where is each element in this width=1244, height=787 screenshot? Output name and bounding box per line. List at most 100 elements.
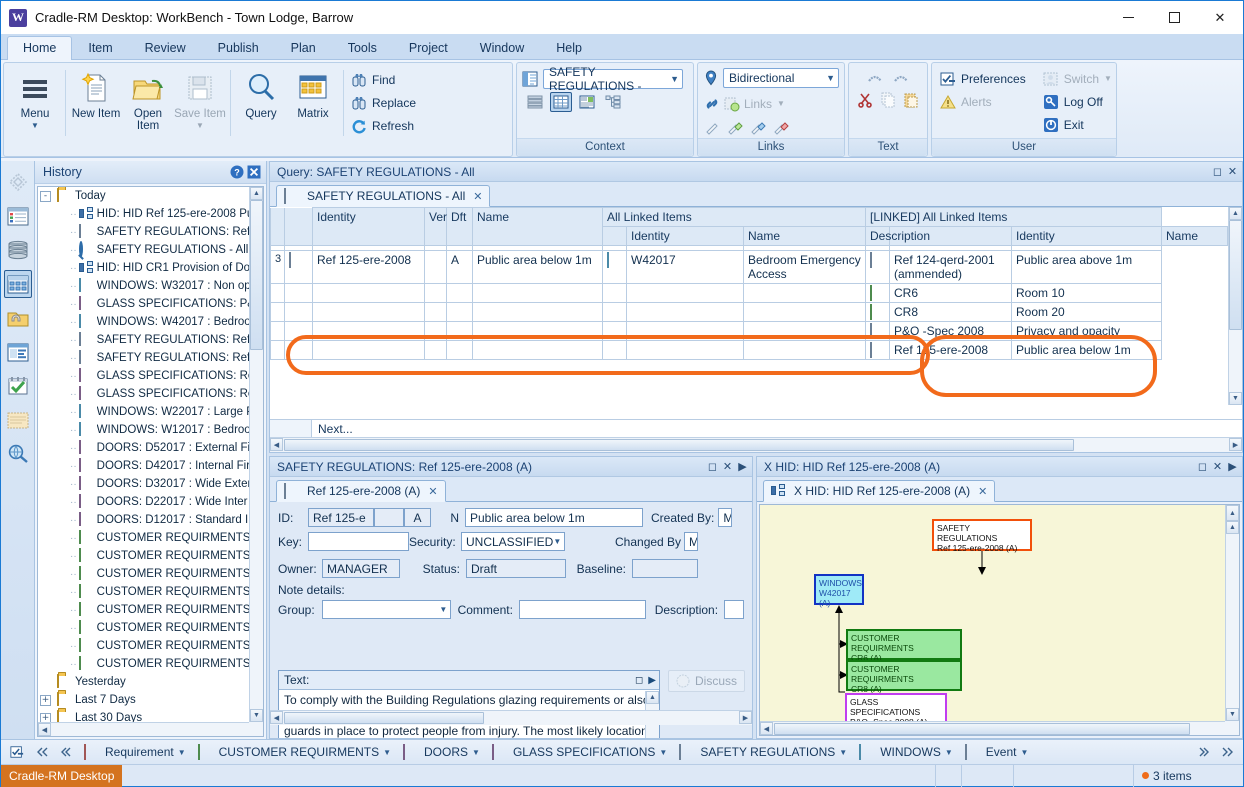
owner-field[interactable]: MANAGER bbox=[322, 559, 400, 578]
quickbar-item[interactable]: SAFETY REGULATIONS ▼ bbox=[674, 743, 852, 762]
quickbar-item[interactable]: Event ▼ bbox=[960, 743, 1034, 762]
linked-name-cell[interactable]: Public area below 1m bbox=[1011, 340, 1162, 360]
diagram-node[interactable]: SAFETY REGULATIONS Ref 125-ere-2008 (A) bbox=[932, 519, 1032, 553]
history-tree-item[interactable]: ·· DOORS: D52017 : External Fi bbox=[38, 439, 249, 457]
linked2-identity-cell[interactable]: Ref 124-qerd-2001 (ammended) bbox=[889, 250, 1012, 284]
history-horizontal-scrollbar[interactable]: ◀ ▶ bbox=[38, 722, 249, 736]
quickbar-item[interactable]: WINDOWS ▼ bbox=[854, 743, 958, 762]
close-icon[interactable]: ✕ bbox=[473, 190, 482, 203]
close-icon[interactable] bbox=[245, 164, 262, 181]
diagram-horizontal-scrollbar[interactable]: ◀ ▶ bbox=[760, 721, 1225, 735]
history-tree-item[interactable]: ·· CUSTOMER REQUIRMENTS: C bbox=[38, 619, 249, 637]
key-field[interactable] bbox=[308, 532, 409, 551]
checklist-icon[interactable] bbox=[4, 372, 32, 400]
tab-tools[interactable]: Tools bbox=[332, 36, 393, 60]
history-tree-item[interactable]: ·· DOORS: D42017 : Internal Fir bbox=[38, 457, 249, 475]
name-field[interactable]: Public area below 1m bbox=[465, 508, 643, 527]
tab-project[interactable]: Project bbox=[393, 36, 464, 60]
diagram-vertical-scrollbar[interactable]: ▲ ▲ ▼ bbox=[1225, 505, 1239, 721]
restore-icon[interactable]: ◻ bbox=[1210, 164, 1225, 179]
links-direction-combo[interactable]: Bidirectional ▼ bbox=[723, 68, 839, 88]
scroll-down-arrow[interactable]: ▼ bbox=[1226, 708, 1239, 721]
prev-icon[interactable] bbox=[55, 744, 77, 760]
tab-window[interactable]: Window bbox=[464, 36, 540, 60]
scroll-right-arrow[interactable]: ▶ bbox=[236, 736, 249, 737]
notes-icon[interactable] bbox=[4, 406, 32, 434]
col-dft[interactable]: Dft bbox=[446, 207, 473, 246]
close-icon[interactable]: ✕ bbox=[1197, 1, 1243, 34]
history-tree-item[interactable]: + Last 7 Days bbox=[38, 691, 249, 709]
history-tree-item[interactable]: ·· HID: HID Ref 125-ere-2008 Pu bbox=[38, 205, 249, 223]
scroll-left-arrow[interactable]: ◀ bbox=[760, 722, 773, 735]
linked-name-cell[interactable]: Bedroom Emergency Access bbox=[743, 250, 866, 284]
quickbar-item[interactable]: CUSTOMER REQUIRMENTS ▼ bbox=[193, 743, 396, 762]
history-tree-item[interactable]: ··SAFETY REGULATIONS: Ref 12 bbox=[38, 331, 249, 349]
link-chain-icon[interactable] bbox=[704, 96, 720, 112]
col-linked2-identity[interactable]: Identity bbox=[1011, 226, 1162, 246]
restore-icon[interactable]: ◻ bbox=[1195, 459, 1210, 474]
baseline-field[interactable] bbox=[632, 559, 698, 578]
created-by-field[interactable]: M bbox=[718, 508, 733, 527]
history-tree-item[interactable]: ·· DOORS: D32017 : Wide Exter bbox=[38, 475, 249, 493]
close-icon[interactable]: ✕ bbox=[978, 485, 987, 498]
jump-last-icon[interactable] bbox=[1217, 744, 1239, 760]
items-table-icon[interactable] bbox=[4, 202, 32, 230]
col-description[interactable]: Description bbox=[865, 226, 930, 246]
history-tree[interactable]: - Today ·· HID: HID Ref 125-ere-2008 Pu ·· SA… bbox=[37, 186, 264, 737]
exit-button[interactable]: Exit bbox=[1040, 113, 1118, 136]
chevron-down-icon[interactable]: ▼ bbox=[659, 748, 667, 757]
id-mid-field[interactable] bbox=[374, 508, 404, 527]
history-tree-item[interactable]: ·· DOORS: D12017 : Standard I bbox=[38, 511, 249, 529]
quickbar-item[interactable]: DOORS ▼ bbox=[398, 743, 485, 762]
form-document-tab[interactable]: Ref 125-ere-2008 (A) ✕ bbox=[276, 480, 446, 502]
scroll-left-arrow[interactable]: ◀ bbox=[270, 711, 283, 724]
status-field[interactable]: Draft bbox=[466, 559, 566, 578]
history-tree-item[interactable]: ··SAFETY REGULATIONS: Ref 12 bbox=[38, 223, 249, 241]
history-tree-item[interactable]: ·· DOORS: D22017 : Wide Inter bbox=[38, 493, 249, 511]
scroll-down-arrow[interactable]: ▼ bbox=[250, 709, 263, 722]
link-plain-icon[interactable] bbox=[704, 120, 720, 136]
table-row[interactable]: 3 Ref 125-ere-2008 A Public area below 1m W4… bbox=[270, 250, 1228, 284]
history-tree-item[interactable]: ·· CUSTOMER REQUIRMENTS: C bbox=[38, 601, 249, 619]
quickbar-item[interactable]: GLASS SPECIFICATIONS ▼ bbox=[487, 743, 672, 762]
query-horizontal-scrollbar[interactable]: ◀ ▶ bbox=[270, 437, 1242, 452]
links-dropdown-button[interactable]: Links ▼ bbox=[744, 92, 785, 115]
tab-home[interactable]: Home bbox=[7, 36, 73, 60]
comment-field[interactable] bbox=[518, 600, 647, 619]
history-tree-item[interactable]: ·· SAFETY REGULATIONS - All bbox=[38, 240, 249, 259]
tab-item[interactable]: Item bbox=[72, 36, 128, 60]
scroll-down-arrow[interactable]: ▼ bbox=[1229, 392, 1242, 405]
dft-cell[interactable]: A bbox=[446, 250, 473, 284]
history-tree-item[interactable]: ·· HID: HID CR1 Provision of Do bbox=[38, 259, 249, 277]
linked-name-cell[interactable]: Privacy and opacity bbox=[1011, 321, 1162, 341]
query-document-tab[interactable]: SAFETY REGULATIONS - All ✕ bbox=[276, 185, 491, 207]
ver-cell[interactable] bbox=[424, 250, 447, 284]
table-row[interactable]: Ref 125-ere-2008 Public area below 1m bbox=[270, 340, 1228, 360]
history-vertical-scrollbar[interactable]: ▲ ▼ bbox=[249, 187, 263, 722]
table-row[interactable]: CR6 Room 10 bbox=[270, 283, 1228, 303]
scroll-up-arrow[interactable]: ▲ bbox=[646, 691, 659, 704]
scroll-up-arrow[interactable]: ▲ bbox=[250, 187, 263, 200]
forms-icon[interactable] bbox=[4, 338, 32, 366]
grid-next-label[interactable]: Next... bbox=[312, 420, 359, 438]
query-button[interactable]: Query bbox=[235, 66, 287, 138]
tree-expander[interactable]: + bbox=[40, 694, 51, 706]
history-tree-item[interactable]: ·· CUSTOMER REQUIRMENTS: C bbox=[38, 637, 249, 655]
matrix-button[interactable]: Matrix bbox=[287, 66, 339, 138]
id-field[interactable]: Ref 125-e bbox=[308, 508, 374, 527]
diagram-node[interactable]: CUSTOMER REQUIRMENTS CR6 (A) bbox=[846, 629, 962, 663]
next-window-icon[interactable]: ▶ bbox=[1225, 459, 1240, 474]
tab-review[interactable]: Review bbox=[129, 36, 202, 60]
scroll-page-up-arrow[interactable]: ▲ bbox=[1226, 505, 1239, 521]
history-tree-item[interactable]: ·· CUSTOMER REQUIRMENTS: C bbox=[38, 529, 249, 547]
linked2-name-cell[interactable]: Public area above 1m bbox=[1011, 250, 1162, 284]
history-tree-item[interactable]: ·· WINDOWS: W32017 : Non op bbox=[38, 277, 249, 295]
query-grid[interactable]: Identity Ver Dft Name All Linked Items [… bbox=[270, 207, 1242, 419]
history-tree-item[interactable]: ·· WINDOWS: W12017 : Bedroo bbox=[38, 421, 249, 439]
close-icon[interactable]: ✕ bbox=[428, 485, 437, 498]
table-row[interactable]: CR8 Room 20 bbox=[270, 302, 1228, 322]
linked-identity-cell[interactable]: Ref 125-ere-2008 bbox=[889, 340, 1012, 360]
preferences-button[interactable]: Preferences bbox=[937, 67, 1032, 90]
scroll-left-arrow[interactable]: ◀ bbox=[270, 438, 283, 451]
security-combo[interactable]: UNCLASSIFIED ▼ bbox=[461, 532, 565, 551]
